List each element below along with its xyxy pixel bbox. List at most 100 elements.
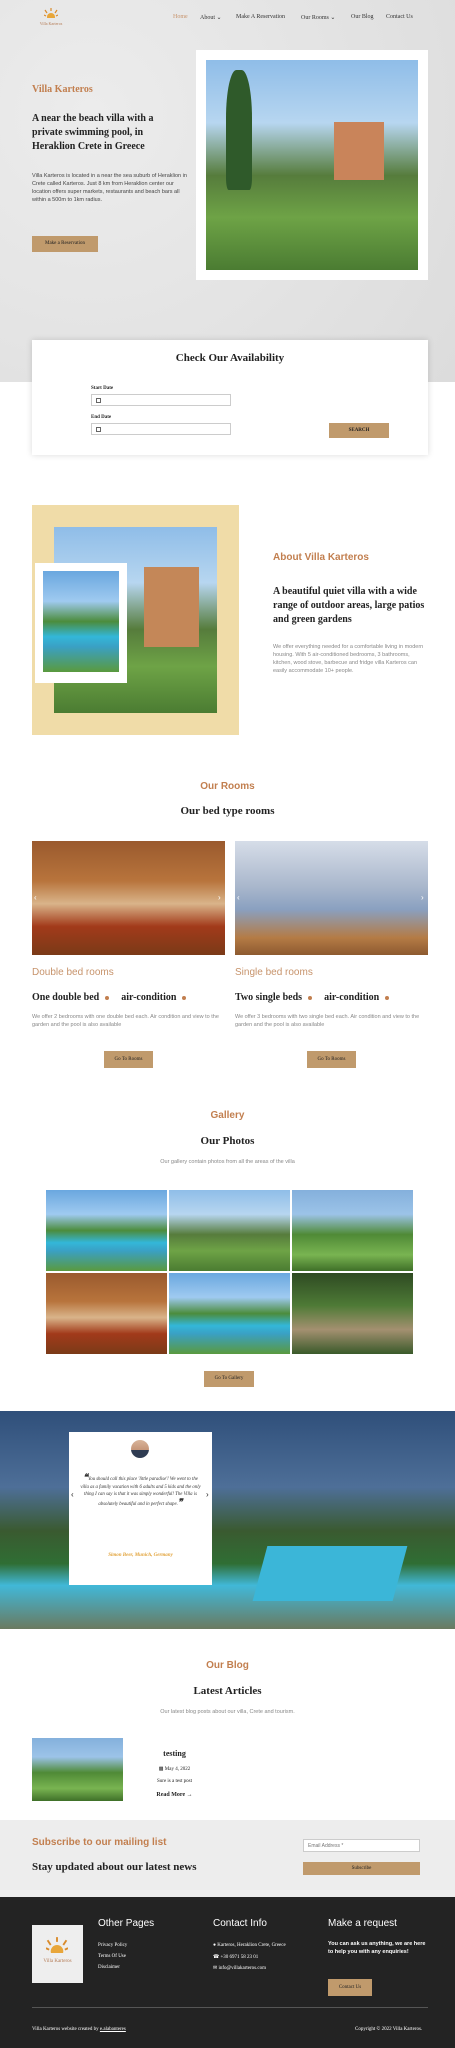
single-room-heading: Single bed rooms [235, 967, 313, 978]
double-room-heading: Double bed rooms [32, 967, 114, 978]
read-more-link[interactable]: Read More → [132, 1792, 217, 1798]
start-date-input[interactable] [91, 394, 231, 406]
site-logo[interactable]: Villa Karteros [36, 6, 66, 28]
gallery-photo[interactable] [169, 1190, 290, 1271]
villa-building [334, 122, 384, 180]
blog-title: Latest Articles [193, 1685, 262, 1697]
footer-link-terms[interactable]: Terms Of Use [98, 1954, 126, 1959]
gallery-small-title: Gallery [210, 1110, 245, 1121]
about-inset-frame [35, 563, 127, 683]
hero-brand: Villa Karteros [32, 84, 93, 95]
single-rooms-button[interactable]: Go To Rooms [307, 1051, 356, 1068]
gallery-photo[interactable] [292, 1273, 413, 1354]
double-rooms-button[interactable]: Go To Rooms [104, 1051, 153, 1068]
availability-title: Check Our Availability [175, 352, 285, 364]
rooms-small-title: Our Rooms [200, 781, 255, 792]
blog-post-image[interactable] [32, 1738, 123, 1801]
calendar-icon [96, 398, 101, 403]
email-input[interactable] [303, 1839, 420, 1852]
bullet-dot [308, 995, 313, 1000]
footer-logo-text: Villa Karteros [43, 1959, 72, 1964]
gallery-photo[interactable] [46, 1273, 167, 1354]
nav-our-rooms-label: Our Rooms [301, 15, 329, 21]
gallery-photo[interactable] [46, 1190, 167, 1271]
hero-photo-frame [196, 50, 428, 280]
hero-villa-image [206, 60, 418, 270]
nav-our-rooms[interactable]: Our Rooms ⌄ [301, 14, 335, 21]
hero-title: A near the beach villa with a private sw… [32, 113, 154, 152]
chevron-right-icon[interactable]: › [206, 1490, 209, 1499]
address-text: Karteros, Heraklion Crete, Greece [217, 1943, 286, 1948]
footer: Villa Karteros Other Pages Privacy Polic… [0, 1897, 455, 2048]
nav-make-reservation[interactable]: Make A Reservation [236, 14, 285, 20]
email-text: info@villakarteros.com [218, 1966, 266, 1971]
footer-contact-title: Contact Info [213, 1918, 267, 1929]
date-text: May 4, 2022 [164, 1767, 191, 1772]
about-title: A beautiful quiet villa with a wide rang… [273, 586, 425, 625]
single-room-image [235, 841, 428, 955]
availability-panel: Check Our Availability Start Date End Da… [32, 340, 428, 455]
contact-us-button[interactable]: Contact Us [328, 1979, 372, 1996]
single-room-title: Two single beds air-condition [235, 992, 390, 1003]
nav-our-blog[interactable]: Our Blog [351, 14, 374, 20]
credit-link[interactable]: e.alabanteres [100, 2027, 126, 2032]
tree [226, 70, 252, 190]
gallery-photo[interactable] [292, 1190, 413, 1271]
chevron-left-icon[interactable]: ‹ [71, 1490, 74, 1499]
pool-shape [252, 1546, 408, 1601]
about-image-block [32, 505, 239, 735]
testimonial-quote: ❝You should call this place 'little para… [80, 1473, 201, 1508]
end-date-label: End Date [91, 415, 112, 420]
end-date-input[interactable] [91, 423, 231, 435]
nav-home[interactable]: Home [173, 14, 188, 20]
sun-logo-icon [44, 8, 58, 18]
calendar-icon [96, 427, 101, 432]
nav-about-label: About [200, 15, 215, 21]
footer-pages-title: Other Pages [98, 1918, 155, 1929]
gallery-photo[interactable] [169, 1273, 290, 1354]
chevron-right-icon[interactable]: › [218, 893, 221, 902]
feature-bed: One double bed [32, 992, 100, 1003]
footer-email[interactable]: ✉ info@villakarteros.com [213, 1965, 266, 1971]
bullet-dot [385, 995, 390, 1000]
footer-divider [32, 2007, 428, 2008]
chevron-down-icon: ⌄ [215, 15, 222, 21]
blog-post-date: ▩ May 4, 2022 [132, 1766, 217, 1772]
chevron-left-icon[interactable]: ‹ [237, 893, 240, 902]
chevron-right-icon[interactable]: › [421, 893, 424, 902]
about-pool-image [43, 571, 119, 672]
testimonial-author: Simon Beer, Munich, Germany [108, 1553, 173, 1558]
about-text: We offer everything needed for a comfort… [273, 644, 424, 674]
chevron-left-icon[interactable]: ‹ [34, 893, 37, 902]
make-reservation-button[interactable]: Make a Reservation [32, 236, 98, 252]
footer-logo[interactable]: Villa Karteros [32, 1925, 83, 1983]
rooms-title: Our bed type rooms [180, 805, 275, 817]
credit-text: Villa Karteros website created by [32, 2027, 99, 2032]
feature-ac: air-condition [121, 992, 177, 1003]
footer-phone[interactable]: ☎ +30 6971 58 23 01 [213, 1954, 258, 1960]
footer-link-disclaimer[interactable]: Disclaimer [98, 1965, 120, 1970]
blog-subtitle: Our latest blog posts about our villa, C… [160, 1709, 295, 1715]
sun-logo-icon [46, 1937, 68, 1953]
search-button[interactable]: SEARCH [329, 423, 389, 438]
double-room-text: We offer 2 bedrooms with one double bed … [32, 1014, 219, 1028]
single-room-text: We offer 3 bedrooms with two single bed … [235, 1014, 420, 1028]
feature-bed: Two single beds [235, 992, 303, 1003]
mailing-small-title: Subscribe to our mailing list [32, 1837, 167, 1848]
gallery-subtitle: Our gallery contain photos from all the … [160, 1159, 295, 1165]
mailing-title: Stay updated about our latest news [32, 1861, 197, 1873]
footer-link-privacy[interactable]: Privacy Policy [98, 1943, 127, 1948]
villa-building [144, 567, 199, 647]
testimonial-card: ❝You should call this place 'little para… [69, 1432, 212, 1585]
blog-post-title[interactable]: testing [132, 1749, 217, 1758]
nav-about[interactable]: About ⌄ [200, 14, 222, 21]
close-quote-icon: ❞ [177, 1496, 183, 1507]
gallery-button[interactable]: Go To Gallery [204, 1371, 254, 1387]
footer-credit: Villa Karteros website created by e.alab… [32, 2027, 126, 2032]
read-more-label: Read More [156, 1792, 186, 1798]
bullet-dot [105, 995, 110, 1000]
nav-contact-us[interactable]: Contact Us [386, 14, 413, 20]
avatar [131, 1440, 149, 1458]
subscribe-button[interactable]: Subscribe [303, 1862, 420, 1875]
arrow-right-icon: → [185, 1792, 193, 1798]
